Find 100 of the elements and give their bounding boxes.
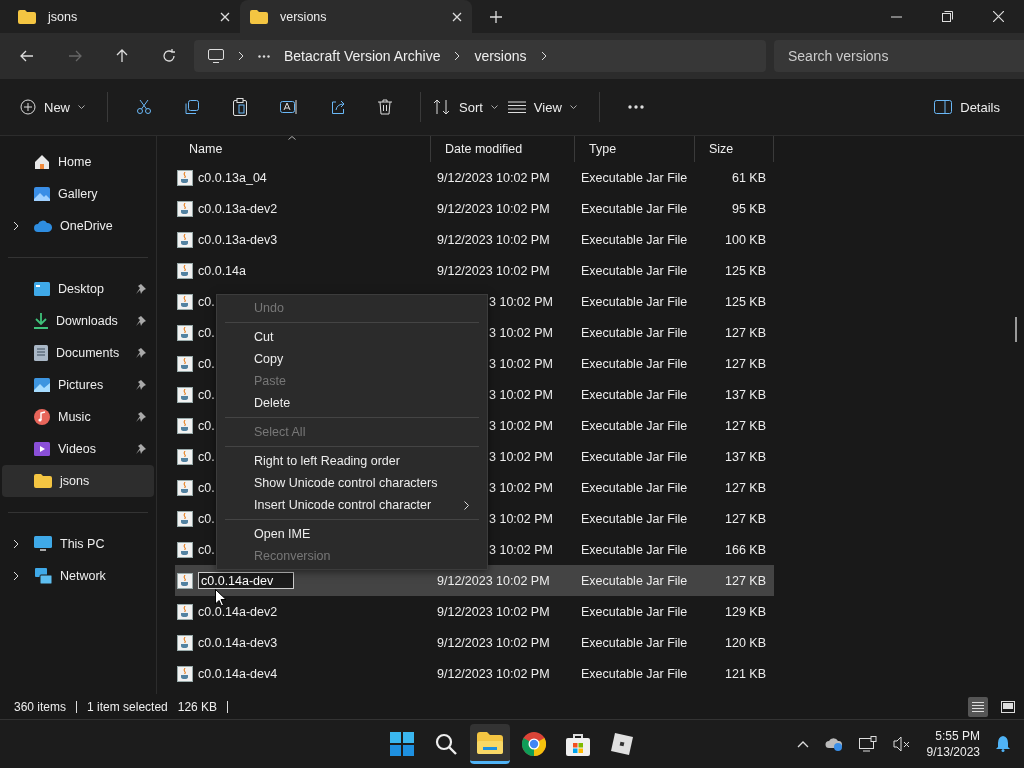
- selection-size: 126 KB: [177, 699, 218, 714]
- file-name[interactable]: c0.: [198, 449, 215, 464]
- view-button[interactable]: View: [507, 90, 587, 124]
- file-name[interactable]: c0.0.14a-dev3: [198, 635, 278, 650]
- close-icon[interactable]: [452, 11, 462, 22]
- file-name[interactable]: c0.0.13a-dev2: [198, 201, 278, 216]
- chevron-right-icon[interactable]: [13, 539, 19, 549]
- size-cell-text: 137 KB: [724, 448, 767, 466]
- file-name[interactable]: c0.0.14a: [198, 263, 246, 278]
- sidebar-item[interactable]: Documents: [2, 337, 154, 369]
- menu-item[interactable]: Show Unicode control characters: [217, 472, 487, 494]
- copy-icon[interactable]: [184, 99, 200, 115]
- details-button[interactable]: Details: [934, 90, 1010, 124]
- pin-icon[interactable]: [136, 412, 146, 422]
- pin-icon[interactable]: [136, 284, 146, 294]
- file-name[interactable]: c0.0.13a_04: [198, 170, 267, 185]
- sidebar-item[interactable]: This PC: [2, 528, 154, 560]
- restore-icon[interactable]: [942, 11, 953, 22]
- menu-item[interactable]: Right to left Reading order: [217, 450, 487, 472]
- details-view-button[interactable]: [968, 696, 988, 717]
- clock[interactable]: 5:55 PM 9/13/2023: [926, 728, 980, 760]
- clipboard-icon[interactable]: [232, 98, 248, 116]
- menu-item[interactable]: Delete: [217, 392, 487, 414]
- file-name[interactable]: c0.: [198, 294, 215, 309]
- refresh-icon[interactable]: [162, 49, 176, 63]
- more-icon[interactable]: [258, 54, 270, 58]
- chevron-right-icon[interactable]: [13, 571, 19, 581]
- breadcrumb-item[interactable]: Betacraft Version Archive: [284, 48, 441, 64]
- pin-icon[interactable]: [136, 316, 146, 326]
- tab[interactable]: jsons: [8, 0, 240, 33]
- size-cell-text: 127 KB: [724, 417, 767, 435]
- scissors-icon[interactable]: [136, 99, 152, 115]
- back-icon[interactable]: [20, 50, 34, 62]
- share-icon[interactable]: [330, 99, 346, 115]
- music-icon: [34, 409, 50, 425]
- sidebar-item[interactable]: Network: [2, 560, 154, 592]
- forward-icon[interactable]: [68, 50, 82, 62]
- rename-field[interactable]: c0.0.14a-dev: [198, 572, 294, 589]
- date-cell-text: 3 10:02 PM: [488, 448, 554, 466]
- sidebar-item[interactable]: jsons: [2, 465, 154, 497]
- chevron-up-icon[interactable]: [796, 740, 809, 748]
- sidebar-item[interactable]: Music: [2, 401, 154, 433]
- new-button[interactable]: New: [20, 90, 95, 124]
- java-file-icon: [177, 572, 193, 589]
- address-bar[interactable]: Betacraft Version Archive versions: [194, 40, 766, 72]
- date-cell-text: 9/12/2023 10:02 PM: [436, 262, 551, 280]
- file-name[interactable]: c0.: [198, 325, 215, 340]
- home-icon: [34, 154, 50, 170]
- type-cell-text: Executable Jar File: [580, 634, 689, 652]
- speaker-muted-icon[interactable]: [892, 736, 911, 752]
- date-cell-text: 3 10:02 PM: [488, 324, 554, 342]
- column-header[interactable]: Type: [575, 136, 695, 162]
- sidebar-item[interactable]: Desktop: [2, 273, 154, 305]
- file-name[interactable]: c0.: [198, 511, 215, 526]
- sidebar-item[interactable]: OneDrive: [2, 210, 154, 242]
- column-header[interactable]: Name: [175, 136, 431, 162]
- file-name[interactable]: c0.: [198, 387, 215, 402]
- rename-icon[interactable]: [280, 99, 298, 115]
- more-icon[interactable]: [627, 105, 644, 109]
- search-field[interactable]: Search versions: [774, 40, 1024, 72]
- sidebar-item[interactable]: Downloads: [2, 305, 154, 337]
- folder-icon: [18, 9, 36, 24]
- sidebar-item[interactable]: Pictures: [2, 369, 154, 401]
- java-file-icon: [177, 417, 193, 434]
- cloud-icon[interactable]: [824, 737, 843, 751]
- tab[interactable]: versions: [240, 0, 472, 33]
- menu-item[interactable]: Cut: [217, 326, 487, 348]
- menu-item[interactable]: Open IME: [217, 523, 487, 545]
- up-icon[interactable]: [116, 49, 128, 63]
- new-tab-icon[interactable]: [490, 10, 502, 23]
- menu-item[interactable]: Copy: [217, 348, 487, 370]
- breadcrumb-item[interactable]: versions: [474, 48, 527, 64]
- file-name[interactable]: c0.0.13a-dev3: [198, 232, 278, 247]
- bell-icon[interactable]: [996, 736, 1010, 752]
- taskbar-app[interactable]: [470, 724, 510, 764]
- pin-icon[interactable]: [136, 348, 146, 358]
- file-name[interactable]: c0.: [198, 542, 215, 557]
- close-icon[interactable]: [993, 11, 1004, 22]
- size-cell-text: 121 KB: [724, 665, 767, 683]
- sort-button[interactable]: Sort: [433, 90, 508, 124]
- sidebar-item[interactable]: Videos: [2, 433, 154, 465]
- pin-icon[interactable]: [136, 444, 146, 454]
- plus-circle-icon: [20, 99, 36, 115]
- file-name[interactable]: c0.0.14a-dev4: [198, 666, 278, 681]
- file-name[interactable]: c0.: [198, 480, 215, 495]
- column-header[interactable]: Date modified: [431, 136, 575, 162]
- file-name[interactable]: c0.0.14a-dev2: [198, 604, 278, 619]
- minimize-icon[interactable]: [891, 15, 902, 18]
- sidebar-item[interactable]: Gallery: [2, 178, 154, 210]
- close-icon[interactable]: [220, 11, 230, 22]
- button-label: New: [44, 99, 70, 115]
- file-name[interactable]: c0.: [198, 418, 215, 433]
- trash-icon[interactable]: [378, 99, 392, 115]
- chevron-right-icon[interactable]: [13, 221, 19, 231]
- sidebar-item[interactable]: Home: [2, 146, 154, 178]
- column-header[interactable]: Size: [695, 136, 774, 162]
- monitor-icon[interactable]: [858, 736, 877, 752]
- menu-item[interactable]: Insert Unicode control character: [217, 494, 487, 516]
- pin-icon[interactable]: [136, 380, 146, 390]
- file-name[interactable]: c0.: [198, 356, 215, 371]
